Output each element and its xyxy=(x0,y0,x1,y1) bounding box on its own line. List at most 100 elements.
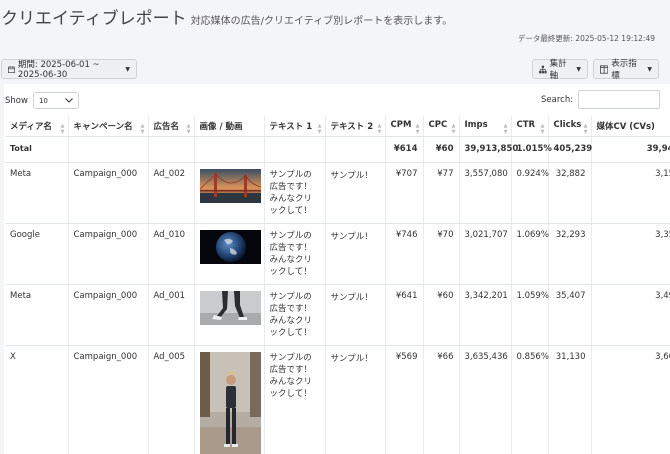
table-row: Google Campaign_000 Ad_010 サンプルの広告です！みんな… xyxy=(5,223,670,285)
column-header[interactable]: テキスト 1 ▲ ▼ xyxy=(264,116,326,137)
cell-media: Meta xyxy=(5,284,69,346)
chevron-down-icon xyxy=(65,98,73,103)
sort-icon: ▲ ▼ xyxy=(186,123,191,135)
column-header[interactable]: Imps ▲ ▼ xyxy=(459,116,512,137)
cell-clicks: 32,293 xyxy=(548,223,592,285)
total-cpm: ¥614 xyxy=(385,136,424,163)
sort-icon: ▲ ▼ xyxy=(140,123,145,135)
summary-axis-button[interactable]: 集計軸 ▼ xyxy=(532,59,588,81)
cell-campaign: Campaign_000 xyxy=(68,162,149,224)
cell-image xyxy=(194,223,265,285)
last-updated: データ最終更新: 2025-05-12 19:12:49 xyxy=(517,34,655,43)
report-table: メディア名 ▲ ▼ キャンペーン名 ▲ ▼ 広告名 ▲ ▼ 画像 / 動画 テキスト 1 ▲ ▼… xyxy=(5,116,670,454)
cell-cpm: ¥746 xyxy=(385,223,424,285)
search-input[interactable] xyxy=(578,90,661,109)
cell-ad: Ad_001 xyxy=(148,284,195,346)
cell-cpm: ¥569 xyxy=(385,345,424,454)
cell-imps: 3,021,707 xyxy=(459,223,512,285)
show-label: Show xyxy=(5,95,28,106)
cell-ad: Ad_002 xyxy=(148,162,195,224)
period-button[interactable]: 期間: 2025-06-01 ~ 2025-06-30 ▼ xyxy=(1,59,137,80)
cell-cpm: ¥707 xyxy=(385,162,424,224)
summary-axis-label: 集計軸 xyxy=(549,59,567,81)
cell-text1: サンプルの広告です！みんなクリックして！ xyxy=(264,284,326,346)
sort-icon: ▲ ▼ xyxy=(377,123,382,135)
sort-icon: ▲ ▼ xyxy=(503,123,508,135)
sort-icon: ▲ ▼ xyxy=(540,123,545,135)
page-title-text: クリエイティブレポート xyxy=(1,9,187,29)
column-header[interactable]: CPC ▲ ▼ xyxy=(423,116,460,137)
column-header[interactable]: CTR ▲ ▼ xyxy=(511,116,549,137)
page-length-control: Show 10 xyxy=(5,92,79,109)
cell-text1: サンプルの広告です！みんなクリックして！ xyxy=(264,162,326,224)
cell-cvs: 3,359 xyxy=(591,223,670,285)
search-control: Search: xyxy=(541,90,661,109)
total-label: Total xyxy=(5,136,69,163)
cell-image xyxy=(194,345,265,454)
cell-image xyxy=(194,284,265,346)
column-header[interactable]: メディア名 ▲ ▼ xyxy=(5,116,69,137)
cell-clicks: 31,130 xyxy=(548,345,592,454)
cell-cpc: ¥60 xyxy=(423,284,460,346)
total-row: Total ¥614 ¥60 39,913,850 1.015% 405,239… xyxy=(5,136,670,163)
cell-ctr: 1.059% xyxy=(511,284,549,346)
table-row: Meta Campaign_000 Ad_002 サンプルの広告です！みんなクリ… xyxy=(5,162,670,224)
cell-media: Meta xyxy=(5,162,69,224)
cell-image xyxy=(194,162,265,224)
sort-icon: ▲ ▼ xyxy=(583,123,588,135)
cell-text2: サンプル！ xyxy=(325,223,386,285)
cell-campaign: Campaign_000 xyxy=(68,223,149,285)
table-header-row: メディア名 ▲ ▼ キャンペーン名 ▲ ▼ 広告名 ▲ ▼ 画像 / 動画 テキスト 1 ▲ ▼… xyxy=(5,116,670,137)
page-length-select[interactable]: 10 xyxy=(32,92,79,109)
cell-imps: 3,557,080 xyxy=(459,162,512,224)
display-metrics-label: 表示指標 xyxy=(611,59,637,81)
total-cpc: ¥60 xyxy=(423,136,460,163)
column-header[interactable]: 広告名 ▲ ▼ xyxy=(148,116,195,137)
column-header[interactable]: 画像 / 動画 xyxy=(194,116,265,137)
column-header[interactable]: 媒体CV (CVs) xyxy=(591,116,670,137)
columns-icon xyxy=(600,64,609,74)
cell-text2: サンプル！ xyxy=(325,345,386,454)
cell-cpc: ¥66 xyxy=(423,345,460,454)
sort-icon: ▲ ▼ xyxy=(415,123,420,135)
report-panel: Show 10 Search: メディア名 ▲ ▼ キャンペーン名 ▲ ▼ 広告名 ▲ ▼ … xyxy=(4,84,670,454)
page-length-value: 10 xyxy=(38,96,48,105)
cell-clicks: 32,882 xyxy=(548,162,592,224)
total-imps: 39,913,850 xyxy=(459,136,518,163)
report-table-wrapper: メディア名 ▲ ▼ キャンペーン名 ▲ ▼ 広告名 ▲ ▼ 画像 / 動画 テキスト 1 ▲ ▼… xyxy=(5,116,670,454)
cell-campaign: Campaign_000 xyxy=(68,345,149,454)
cell-imps: 3,635,436 xyxy=(459,345,512,454)
table-row: Meta Campaign_000 Ad_001 サンプルの広告です！みんなクリ… xyxy=(5,284,670,346)
cell-cpc: ¥70 xyxy=(423,223,460,285)
cell-text1: サンプルの広告です！みんなクリックして！ xyxy=(264,223,326,285)
page-subtitle: 対応媒体の広告/クリエイティブ別レポートを表示します。 xyxy=(190,16,453,27)
cell-clicks: 35,407 xyxy=(548,284,592,346)
column-header[interactable]: キャンペーン名 ▲ ▼ xyxy=(68,116,149,137)
table-row: X Campaign_000 Ad_005 サンプルの広告です！みんなクリックし… xyxy=(5,345,670,454)
cell-ad: Ad_005 xyxy=(148,345,195,454)
bridge-image xyxy=(199,169,261,203)
display-metrics-button[interactable]: 表示指標 ▼ xyxy=(593,59,659,81)
caret-down-icon: ▼ xyxy=(125,65,130,73)
column-header[interactable]: テキスト 2 ▲ ▼ xyxy=(325,116,386,137)
caret-down-icon: ▼ xyxy=(647,65,652,73)
total-ctr: 1.015% xyxy=(511,136,552,163)
cell-text1: サンプルの広告です！みんなクリックして！ xyxy=(264,345,326,454)
sort-icon: ▲ ▼ xyxy=(60,123,65,135)
calendar-icon xyxy=(8,65,15,73)
cell-media: X xyxy=(5,345,69,454)
period-label: 期間: 2025-06-01 ~ 2025-06-30 xyxy=(17,60,100,80)
column-header[interactable]: Clicks ▲ ▼ xyxy=(548,116,592,137)
earth-image xyxy=(199,230,261,264)
cell-text2: サンプル！ xyxy=(325,162,386,224)
runner-image xyxy=(199,291,261,325)
cell-media: Google xyxy=(5,223,69,285)
sitemap-icon xyxy=(539,65,547,73)
column-header[interactable]: CPM ▲ ▼ xyxy=(385,116,424,137)
cell-ad: Ad_010 xyxy=(148,223,195,285)
total-clicks: 405,239 xyxy=(548,136,592,163)
cell-ctr: 0.924% xyxy=(511,162,549,224)
cell-imps: 3,342,201 xyxy=(459,284,512,346)
cell-cvs: 3,492 xyxy=(591,284,670,346)
cell-cpm: ¥641 xyxy=(385,284,424,346)
